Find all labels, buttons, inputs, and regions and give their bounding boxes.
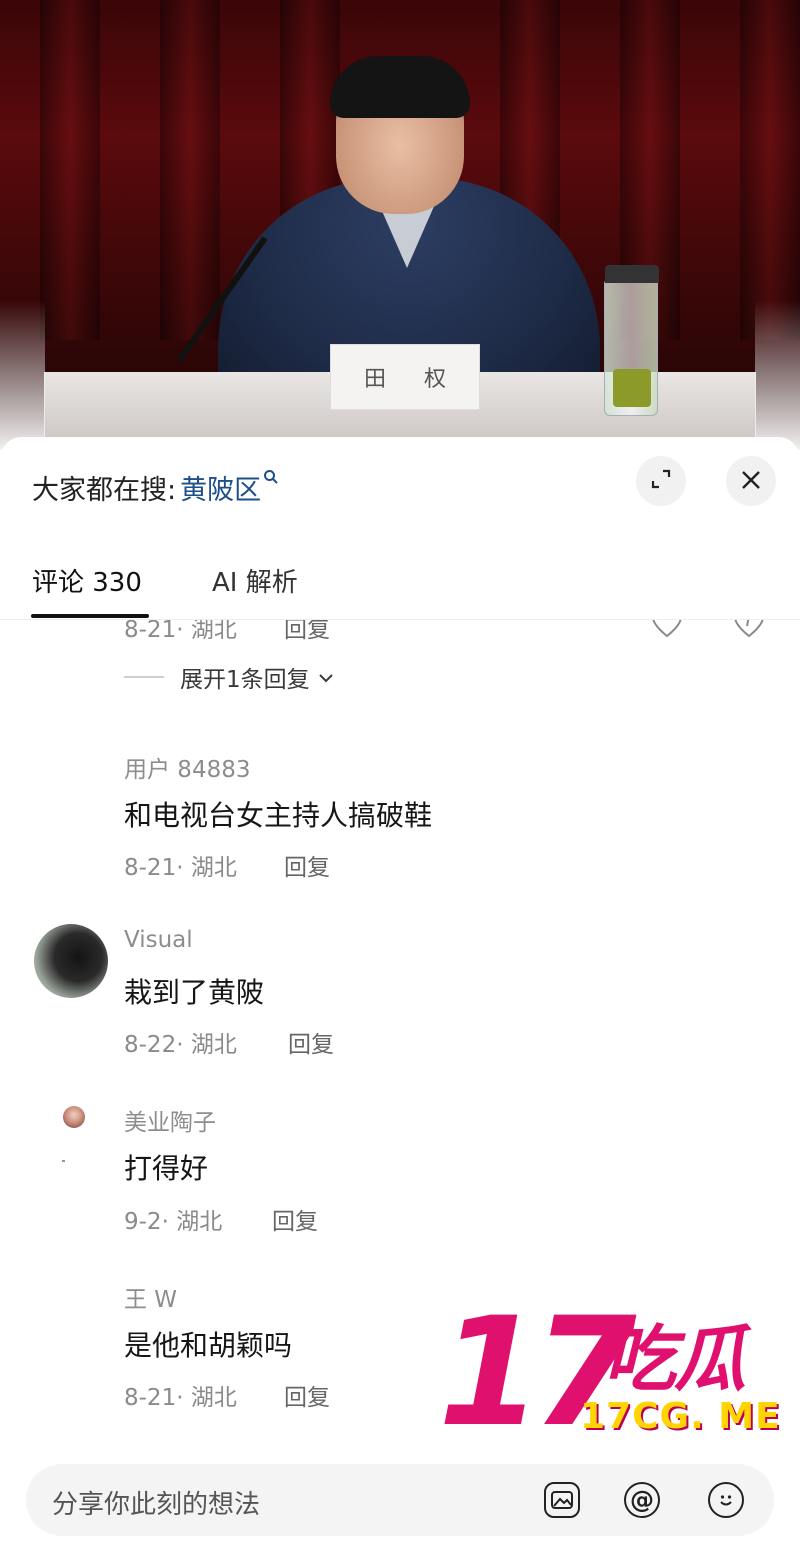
reply-button[interactable]: 回复: [284, 848, 330, 882]
avatar[interactable]: [63, 1106, 85, 1128]
trending-search-prefix: 大家都在搜:: [32, 475, 177, 506]
comment-meta: 8-21· 湖北: [124, 1385, 237, 1411]
comment-text: 打得好: [124, 1152, 209, 1185]
nameplate: 田 权: [330, 344, 480, 410]
expand-icon: [650, 468, 672, 494]
expand-divider: [124, 676, 164, 678]
water-bottle: [604, 265, 659, 416]
comment-text: 和电视台女主持人搞破鞋: [124, 799, 433, 832]
tab-bar: 评论 330 AI 解析: [0, 548, 800, 620]
close-icon: [740, 464, 762, 499]
comment-meta: 8-21· 湖北: [124, 620, 237, 643]
emoji-icon[interactable]: [708, 1482, 744, 1518]
expand-button[interactable]: [636, 456, 686, 506]
curtain-decoration: [740, 0, 800, 340]
comment-input-bar[interactable]: 分享你此刻的想法 @: [26, 1464, 774, 1536]
nameplate-left-char: 田: [363, 367, 386, 392]
expand-replies[interactable]: 展开1条回复: [124, 660, 334, 694]
edge-fade: [0, 300, 45, 450]
tab-comments[interactable]: 评论 330: [32, 562, 142, 599]
comment-meta: 8-22· 湖北: [124, 1032, 237, 1058]
edge-fade: [755, 300, 800, 450]
comment-username[interactable]: 王 W: [124, 1280, 177, 1314]
curtain-decoration: [160, 0, 220, 340]
reply-button[interactable]: 回复: [284, 1378, 330, 1412]
comment-text: 栽到了黄陂: [124, 976, 265, 1009]
reply-button[interactable]: 回复: [284, 620, 330, 644]
nameplate-right-char: 权: [424, 367, 447, 392]
expand-replies-label: 展开1条回复: [180, 667, 310, 693]
comment-meta: 8-21· 湖北: [124, 855, 237, 881]
speaker-hair: [330, 56, 470, 118]
trending-search[interactable]: 大家都在搜: 黄陂区: [32, 468, 279, 507]
tab-ai-analysis[interactable]: AI 解析: [212, 562, 298, 599]
comment-username[interactable]: 美业陶子: [124, 1103, 216, 1137]
chevron-down-icon: [318, 667, 334, 688]
video-frame[interactable]: 田 权: [0, 0, 800, 450]
comment-username[interactable]: 用户 84883: [124, 750, 250, 784]
close-button[interactable]: [726, 456, 776, 506]
heart-icon[interactable]: [650, 620, 684, 642]
reply-button[interactable]: 回复: [288, 1025, 334, 1059]
comment-meta: 9-2· 湖北: [124, 1209, 223, 1235]
comment-text: 是他和胡颖吗: [124, 1329, 293, 1362]
watermark-url: 17CG. ME: [580, 1396, 781, 1437]
curtain-decoration: [40, 0, 100, 340]
reply-button[interactable]: 回复: [272, 1202, 318, 1236]
watermark-text: 吃瓜: [604, 1317, 746, 1401]
image-icon[interactable]: [544, 1482, 580, 1518]
trending-search-term[interactable]: 黄陂区: [180, 468, 261, 507]
dislike-icon[interactable]: [732, 620, 766, 642]
comment-username[interactable]: Visual: [124, 927, 193, 953]
search-icon: [263, 469, 279, 490]
mention-icon[interactable]: @: [624, 1482, 660, 1518]
comment-input-placeholder[interactable]: 分享你此刻的想法: [52, 1484, 260, 1521]
avatar[interactable]: [34, 924, 108, 998]
avatar-dot: [62, 1160, 65, 1162]
active-tab-indicator: [31, 614, 149, 618]
